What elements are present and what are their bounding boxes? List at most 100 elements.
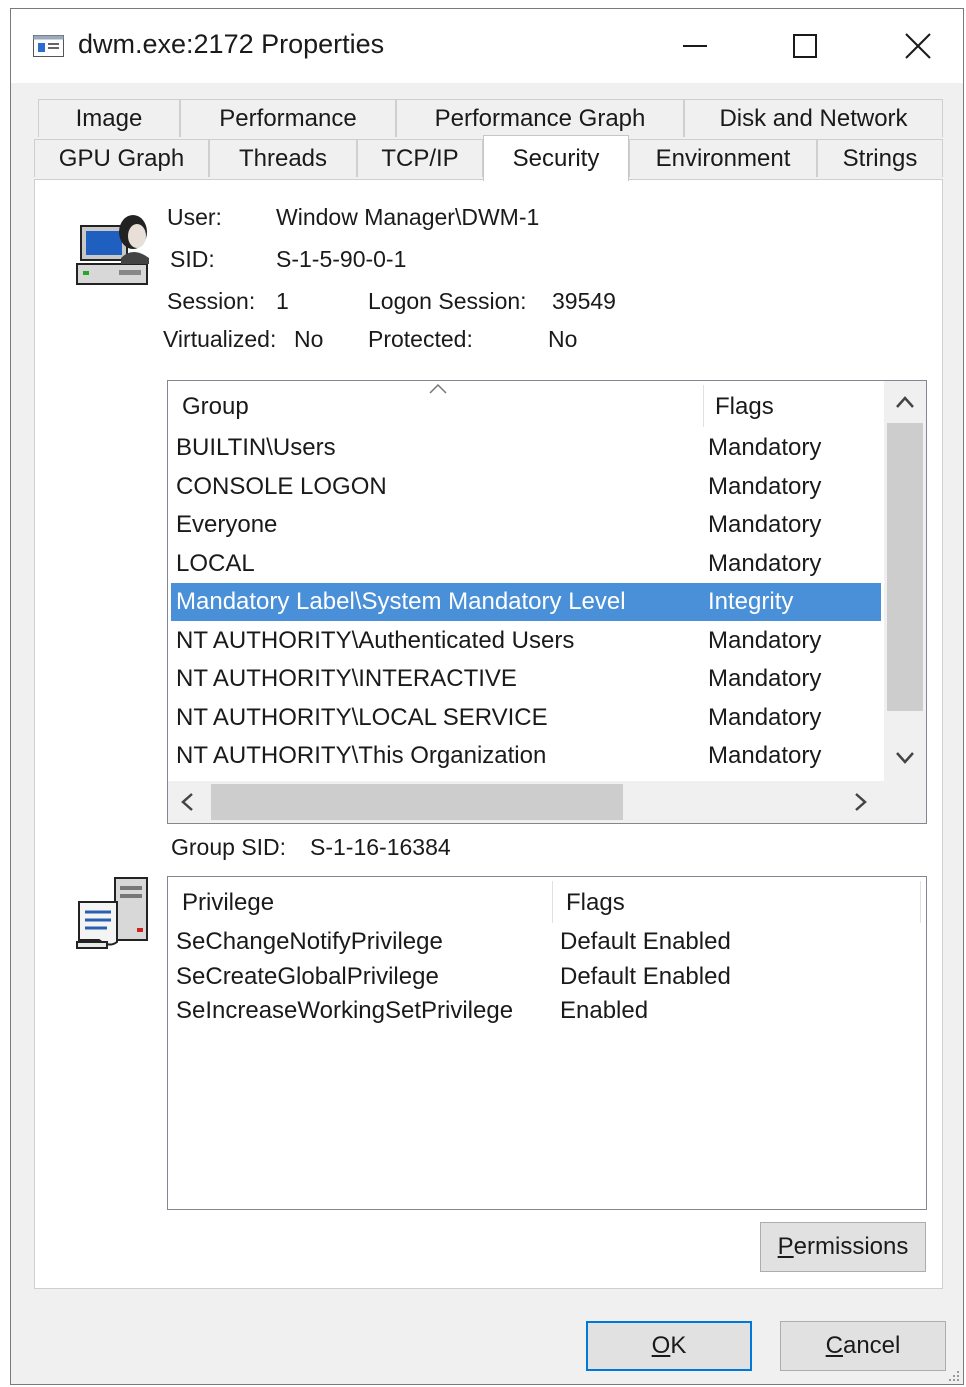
protected-value: No <box>548 326 578 352</box>
table-row[interactable]: SeCreateGlobalPrivilege Default Enabled <box>171 960 921 994</box>
table-row[interactable]: CONSOLE LOGON Mandatory <box>171 468 881 506</box>
ok-access-key: O <box>651 1332 671 1359</box>
cancel-access-key: C <box>825 1332 843 1359</box>
group-name-cell: NT AUTHORITY\LOCAL SERVICE <box>176 703 548 731</box>
user-label: User: <box>167 204 222 230</box>
groups-list[interactable]: Group Flags BUILTIN\Users Mandatory CONSOL… <box>167 380 927 824</box>
privilege-flags-cell: Default Enabled <box>560 928 731 955</box>
column-divider[interactable] <box>703 385 704 427</box>
minimize-icon <box>683 45 707 47</box>
scroll-down-icon[interactable] <box>895 751 915 765</box>
table-row[interactable]: SeChangeNotifyPrivilege Default Enabled <box>171 925 921 959</box>
tab-security[interactable]: Security <box>483 135 629 181</box>
logon-session-label: Logon Session: <box>368 288 527 314</box>
group-flags-cell: Mandatory <box>708 742 822 769</box>
virtualized-label: Virtualized: <box>163 326 277 352</box>
privileges-icon <box>76 877 148 949</box>
tab-performance-graph[interactable]: Performance Graph <box>396 99 684 137</box>
group-sid-label: Group SID: <box>171 834 287 860</box>
scroll-left-icon[interactable] <box>180 792 194 812</box>
horizontal-scroll-thumb[interactable] <box>211 784 623 820</box>
privilege-flags-cell: Default Enabled <box>560 962 731 990</box>
ok-label: K <box>670 1332 687 1359</box>
tab-strings[interactable]: Strings <box>817 139 943 177</box>
tab-threads[interactable]: Threads <box>209 139 357 177</box>
permissions-access-key: P <box>777 1233 794 1260</box>
session-label: Session: <box>167 288 256 314</box>
vertical-scrollbar[interactable] <box>884 381 926 781</box>
column-divider[interactable] <box>920 881 921 923</box>
permissions-label: ermissions <box>793 1233 909 1260</box>
group-name-cell: NT AUTHORITY\INTERACTIVE <box>176 665 517 692</box>
sid-label: SID: <box>170 246 215 272</box>
sid-value: S-1-5-90-0-1 <box>276 246 407 272</box>
cancel-button[interactable]: Cancel <box>780 1321 946 1371</box>
properties-window: dwm.exe:2172 Properties Image Performanc… <box>10 8 964 1385</box>
group-name-cell: Everyone <box>176 511 278 538</box>
group-name-cell: LOCAL <box>176 549 255 577</box>
table-row[interactable]: Mandatory Label\System Mandatory Level In… <box>171 583 881 621</box>
close-button[interactable] <box>888 23 948 69</box>
title-bar[interactable]: dwm.exe:2172 Properties <box>11 9 963 83</box>
table-row[interactable]: SeIncreaseWorkingSetPrivilege Enabled <box>171 994 921 1028</box>
tab-disk-and-network[interactable]: Disk and Network <box>684 99 943 137</box>
table-row[interactable]: NT AUTHORITY\This Organization Mandatory <box>171 737 881 775</box>
scrollbar-corner <box>884 781 926 823</box>
tab-tcp-ip[interactable]: TCP/IP <box>357 139 483 177</box>
horizontal-scrollbar[interactable] <box>168 781 884 823</box>
logon-session-value: 39549 <box>552 288 616 314</box>
column-header-privilege[interactable]: Privilege <box>182 889 274 917</box>
table-row[interactable]: NT AUTHORITY\INTERACTIVE Mandatory <box>171 660 881 698</box>
sort-ascending-icon <box>429 383 447 394</box>
close-icon <box>905 33 931 59</box>
resize-grip-icon[interactable] <box>947 1369 961 1383</box>
window-app-icon <box>33 35 64 57</box>
virtualized-value: No <box>294 326 324 352</box>
vertical-scroll-thumb[interactable] <box>887 423 923 711</box>
scroll-right-icon[interactable] <box>854 792 868 812</box>
tab-image[interactable]: Image <box>38 99 180 137</box>
table-row[interactable]: BUILTIN\Users Mandatory <box>171 429 881 467</box>
group-flags-cell: Mandatory <box>708 665 822 692</box>
table-row[interactable]: LOCAL Mandatory <box>171 545 881 583</box>
group-name-cell: NT AUTHORITY\This Organization <box>176 742 547 769</box>
scroll-up-icon[interactable] <box>895 395 915 409</box>
group-flags-cell: Mandatory <box>708 549 822 577</box>
minimize-button[interactable] <box>665 23 725 69</box>
protected-label: Protected: <box>368 326 473 352</box>
group-name-cell: BUILTIN\Users <box>176 434 336 461</box>
column-header-flags[interactable]: Flags <box>715 393 774 421</box>
table-row[interactable]: Everyone Mandatory <box>171 506 881 544</box>
user-icon <box>76 215 149 285</box>
maximize-button[interactable] <box>775 23 835 69</box>
window-title: dwm.exe:2172 Properties <box>78 29 385 59</box>
column-header-group[interactable]: Group <box>182 393 249 421</box>
session-value: 1 <box>276 288 289 314</box>
security-panel: User: Window Manager\DWM-1 SID: S-1-5-90… <box>34 179 943 1289</box>
table-row[interactable]: NT AUTHORITY\Authenticated Users Mandator… <box>171 622 881 660</box>
table-row[interactable]: NT AUTHORITY\LOCAL SERVICE Mandatory <box>171 699 881 737</box>
privileges-list[interactable]: Privilege Flags SeChangeNotifyPrivilege D… <box>167 876 927 1210</box>
column-divider[interactable] <box>552 881 553 923</box>
maximize-icon <box>793 34 817 58</box>
tab-gpu-graph[interactable]: GPU Graph <box>34 139 209 177</box>
group-flags-cell: Mandatory <box>708 511 822 538</box>
group-flags-cell: Mandatory <box>708 434 822 461</box>
group-flags-cell: Mandatory <box>708 703 822 731</box>
cancel-label: ancel <box>842 1332 901 1359</box>
column-header-flags[interactable]: Flags <box>566 889 625 917</box>
tab-performance[interactable]: Performance <box>180 99 396 137</box>
group-sid-value: S-1-16-16384 <box>310 834 451 860</box>
ok-button[interactable]: OK <box>586 1321 752 1371</box>
user-value: Window Manager\DWM-1 <box>276 204 540 230</box>
privilege-flags-cell: Enabled <box>560 997 649 1024</box>
group-name-cell: Mandatory Label\System Mandatory Level <box>176 588 626 615</box>
privilege-name-cell: SeIncreaseWorkingSetPrivilege <box>176 997 514 1024</box>
privilege-name-cell: SeChangeNotifyPrivilege <box>176 928 443 955</box>
group-flags-cell: Mandatory <box>708 626 822 654</box>
group-flags-cell: Mandatory <box>708 472 822 500</box>
privilege-name-cell: SeCreateGlobalPrivilege <box>176 962 439 990</box>
tab-environment[interactable]: Environment <box>629 139 817 177</box>
permissions-button[interactable]: Permissions <box>760 1222 926 1272</box>
group-name-cell: CONSOLE LOGON <box>176 472 387 500</box>
